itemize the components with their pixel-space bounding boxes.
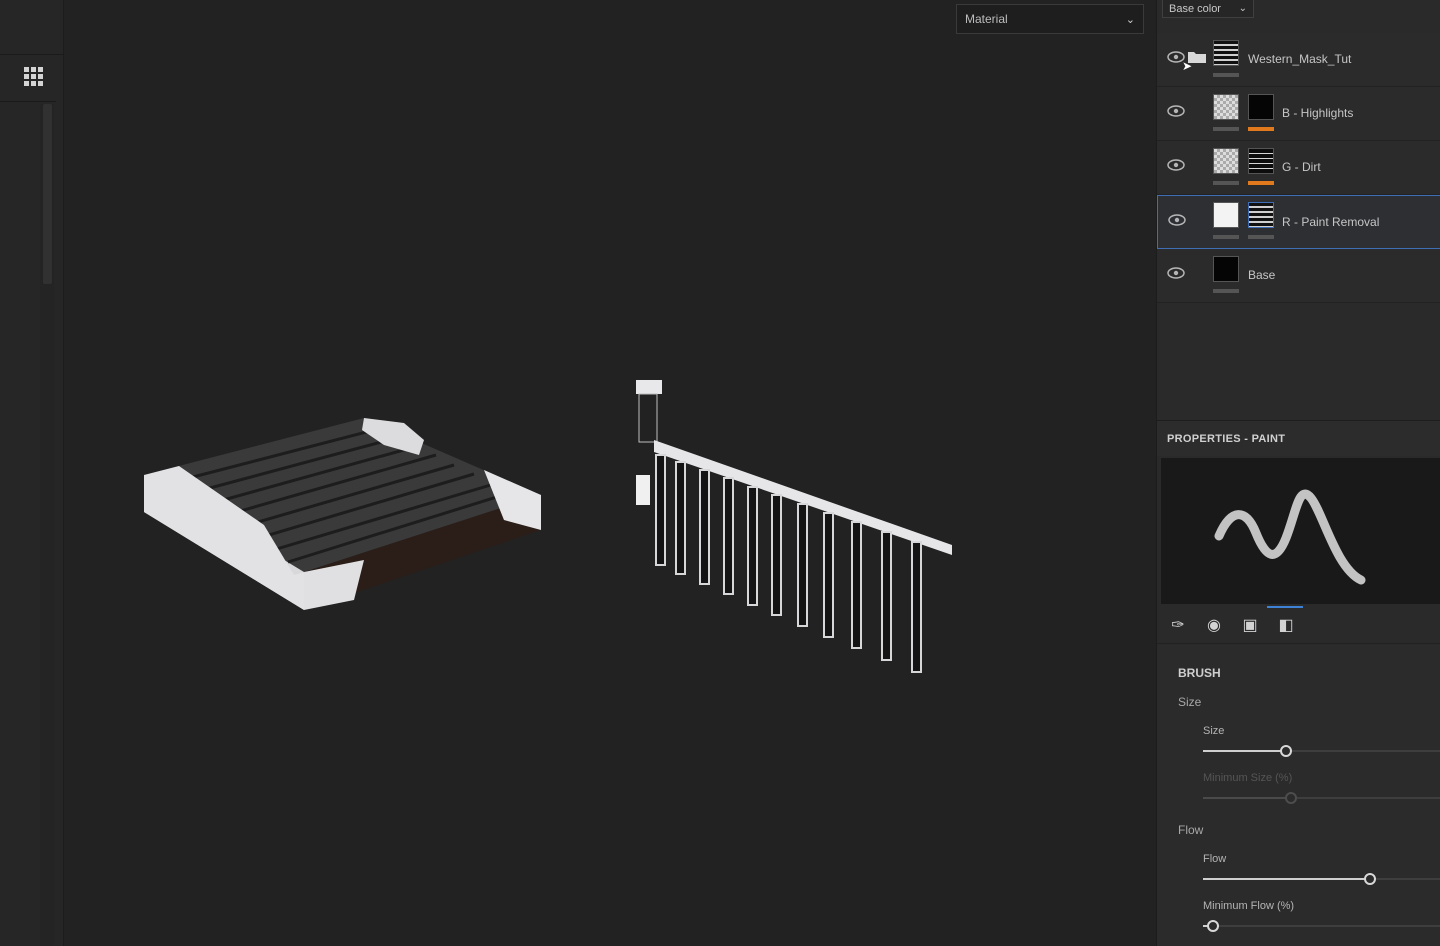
layer-bar: [1213, 289, 1239, 293]
layer-thumbnail: [1213, 148, 1239, 174]
layer-thumbnail: [1213, 202, 1239, 228]
fence-model: [636, 380, 952, 673]
layer-bar: [1213, 181, 1239, 185]
layer-mask-bar: [1213, 73, 1239, 77]
slider-knob[interactable]: [1285, 792, 1297, 804]
3d-viewport[interactable]: Material ⌄: [64, 0, 1156, 946]
brush-tab-icon[interactable]: ✑: [1167, 614, 1189, 636]
layer-name: Base: [1248, 268, 1276, 282]
left-toolbar: [0, 0, 64, 946]
min-flow-label: Minimum Flow (%): [1203, 900, 1295, 912]
size-label: Size: [1203, 725, 1225, 737]
layer-name: R - Paint Removal: [1282, 215, 1380, 229]
toolbar-scrollbar-thumb[interactable]: [43, 104, 52, 284]
layer-thumbnail: [1213, 256, 1239, 282]
scene-render[interactable]: [64, 0, 1156, 946]
brush-section-title: BRUSH: [1178, 666, 1221, 680]
layer-name: B - Highlights: [1282, 106, 1354, 120]
size-slider[interactable]: [1203, 745, 1440, 757]
layer-row[interactable]: Base: [1157, 249, 1440, 303]
eye-icon[interactable]: [1167, 159, 1185, 171]
active-tab-indicator: [1267, 606, 1303, 608]
brush-section: BRUSH Size Size Minimum Size (%) Flow Fl…: [1157, 645, 1440, 946]
layer-thumbnail: [1213, 94, 1239, 120]
alpha-tab-icon[interactable]: ◉: [1203, 614, 1225, 636]
eye-icon[interactable]: [1167, 267, 1185, 279]
min-size-label: Minimum Size (%): [1203, 772, 1293, 784]
mask-color-bar: [1248, 181, 1274, 185]
layer-row[interactable]: G - Dirt: [1157, 141, 1440, 195]
layer-bar: [1213, 127, 1239, 131]
cursor-icon: ➤: [1182, 59, 1193, 73]
slider-knob[interactable]: [1364, 873, 1376, 885]
flow-label: Flow: [1203, 853, 1227, 865]
layer-row[interactable]: B - Highlights: [1157, 87, 1440, 141]
right-panel: Base color ⌄ ➤ Western_Mask_Tut B - High…: [1156, 0, 1440, 946]
layer-mask-thumbnail[interactable]: [1248, 202, 1274, 228]
properties-tool-tabs: ✑ ◉ ▣ ◧: [1157, 606, 1440, 644]
chevron-down-icon: ⌄: [1238, 3, 1247, 14]
material-select-value: Material: [965, 12, 1008, 26]
slider-knob[interactable]: [1280, 745, 1292, 757]
flow-group-label: Flow: [1178, 823, 1204, 837]
mask-color-bar: [1248, 127, 1274, 131]
mask-color-bar: [1248, 235, 1274, 239]
flow-slider[interactable]: [1203, 873, 1440, 885]
pallet-model: [144, 418, 541, 610]
toolbar-divider: [0, 54, 64, 55]
apps-grid-icon[interactable]: [22, 65, 44, 87]
layer-row-selected[interactable]: R - Paint Removal: [1157, 195, 1440, 249]
properties-header: PROPERTIES - PAINT: [1157, 420, 1440, 456]
channel-select[interactable]: Base color ⌄: [1162, 0, 1254, 18]
stencil-tab-icon[interactable]: ▣: [1239, 614, 1261, 636]
layer-bar: [1213, 235, 1239, 239]
size-group-label: Size: [1178, 695, 1202, 709]
slider-knob[interactable]: [1207, 920, 1219, 932]
chevron-down-icon: ⌄: [1125, 13, 1135, 26]
layer-name: Western_Mask_Tut: [1248, 52, 1352, 66]
toolbar-divider: [0, 101, 56, 102]
min-flow-slider[interactable]: [1203, 920, 1440, 932]
material-tab-icon[interactable]: ◧: [1275, 614, 1297, 636]
eye-icon[interactable]: [1168, 214, 1186, 226]
eye-icon[interactable]: [1167, 105, 1185, 117]
properties-title: PROPERTIES - PAINT: [1167, 433, 1286, 445]
layer-row[interactable]: ➤ Western_Mask_Tut: [1157, 33, 1440, 87]
layer-mask-thumbnail[interactable]: [1248, 94, 1274, 120]
layer-stack: ➤ Western_Mask_Tut B - Highlights G - Di…: [1157, 33, 1440, 303]
min-size-slider[interactable]: [1203, 792, 1440, 804]
channel-select-value: Base color: [1169, 2, 1221, 15]
brush-stroke-preview: [1161, 458, 1440, 604]
layer-mask-thumbnail[interactable]: [1248, 148, 1274, 174]
layer-thumbnail: [1213, 40, 1239, 66]
layer-name: G - Dirt: [1282, 160, 1321, 174]
material-select[interactable]: Material ⌄: [956, 4, 1144, 34]
